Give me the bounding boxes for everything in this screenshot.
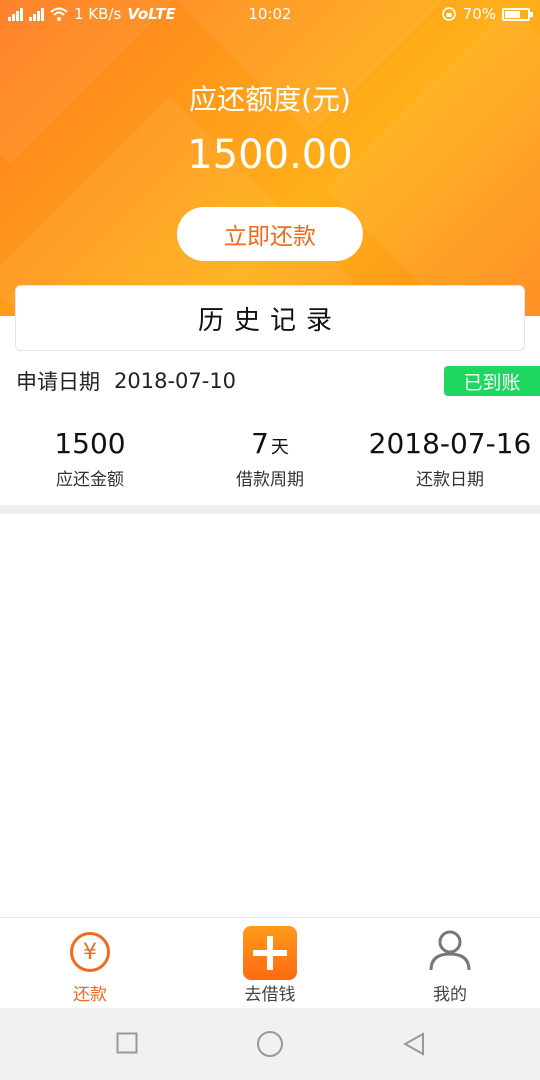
stat-period: 7天 借款周期: [180, 425, 360, 495]
tab-repay[interactable]: ¥ 还款: [0, 918, 180, 1008]
user-icon: [429, 930, 471, 971]
history-records-button[interactable]: 历史记录: [15, 285, 525, 351]
home-icon[interactable]: [256, 1030, 284, 1058]
stat-period-value: 7: [251, 427, 269, 460]
battery-icon: [502, 7, 533, 21]
status-bar: 1 KB/s VoLTE 10:02 70%: [0, 0, 540, 30]
stat-period-label: 借款周期: [236, 470, 304, 490]
recent-apps-icon[interactable]: [116, 1032, 138, 1054]
status-badge: 已到账: [444, 366, 540, 396]
record-stats: 1500 应还金额 7天 借款周期 2018-07-16 还款日期: [0, 425, 540, 495]
amount-due-title: 应还额度(元): [189, 83, 351, 116]
bottom-tab-bar: ¥ 还款 去借钱 我的: [0, 917, 540, 1008]
stat-amount: 1500 应还金额: [0, 425, 180, 495]
yen-icon: ¥: [70, 932, 110, 972]
stat-period-unit: 天: [270, 437, 289, 458]
stat-amount-value: 1500: [54, 427, 126, 460]
repay-now-button[interactable]: 立即还款: [177, 207, 363, 261]
stat-amount-label: 应还金额: [56, 470, 124, 490]
system-nav-bar: [0, 1008, 540, 1080]
stat-due-date-value: 2018-07-16: [368, 427, 532, 460]
section-divider: [0, 505, 540, 514]
tab-borrow[interactable]: 去借钱: [180, 918, 360, 1008]
battery-percent: 70%: [462, 5, 496, 23]
apply-date-value: 2018-07-10: [114, 369, 237, 393]
stat-due-date-label: 还款日期: [416, 470, 484, 490]
rotation-lock-icon: [441, 7, 456, 21]
app-screen: 1 KB/s VoLTE 10:02 70% 应还额度(元) 1500.00 立…: [0, 0, 540, 1080]
back-icon[interactable]: [402, 1032, 426, 1056]
amount-due-value: 1500.00: [187, 132, 353, 178]
tab-mine[interactable]: 我的: [360, 918, 540, 1008]
tab-borrow-label: 去借钱: [244, 985, 296, 1005]
plus-icon: [243, 926, 297, 980]
stat-due-date: 2018-07-16 还款日期: [360, 425, 540, 495]
record-header: 申请日期 2018-07-10 已到账: [16, 365, 540, 397]
tab-mine-label: 我的: [433, 985, 467, 1005]
status-right: 70%: [441, 5, 533, 23]
tab-repay-label: 还款: [73, 985, 107, 1005]
apply-date-label: 申请日期: [16, 370, 100, 394]
